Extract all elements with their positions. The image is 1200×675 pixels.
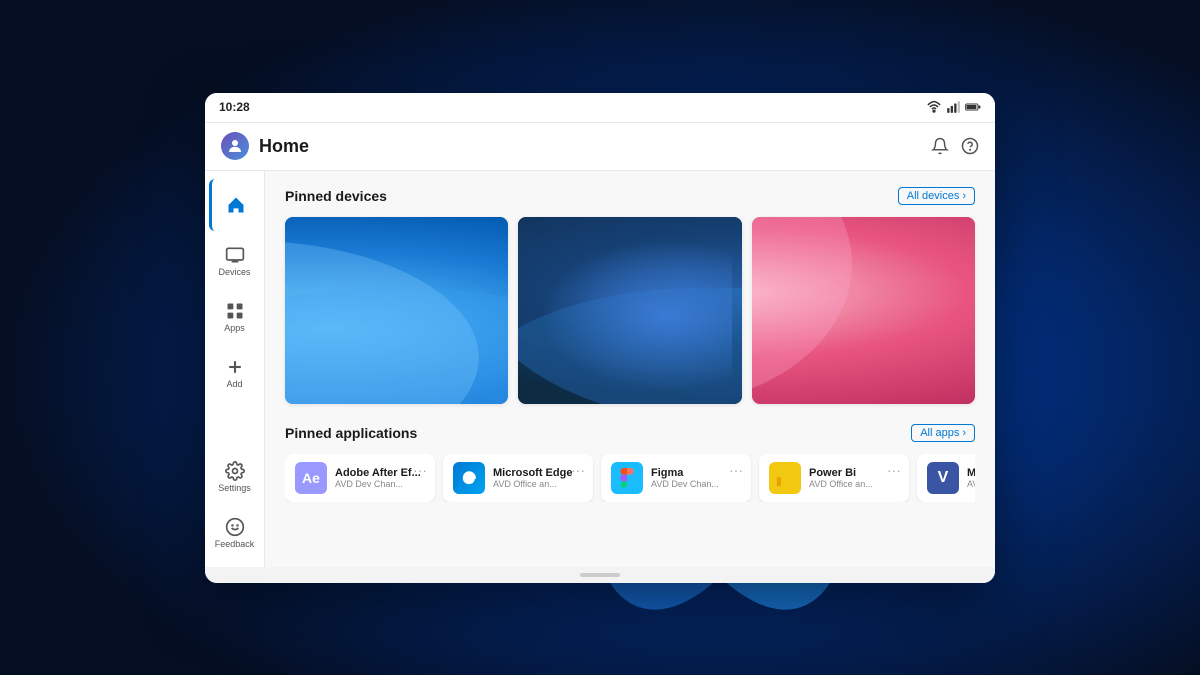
app-source-edge: AVD Office an... (493, 479, 583, 489)
wifi-icon (927, 100, 941, 114)
app-icon-ae: Ae (295, 462, 327, 494)
app-source-ae: AVD Dev Chan... (335, 479, 425, 489)
app-name-visio: Microsoft Visio (967, 467, 975, 479)
title-left: Home (221, 132, 309, 160)
app-icon-pbi (769, 462, 801, 494)
app-source-pbi: AVD Office an... (809, 479, 899, 489)
app-window: 10:28 (205, 93, 995, 583)
apps-row: Ae Adobe After Ef... AVD Dev Chan... ··· (285, 454, 975, 502)
app-icon-figma (611, 462, 643, 494)
app-icon-visio: V (927, 462, 959, 494)
device-thumb-cloud-pc (285, 217, 508, 405)
sidebar-label-apps: Apps (224, 324, 245, 333)
app-info-edge: Microsoft Edge AVD Office an... (493, 467, 583, 489)
devices-icon (225, 245, 245, 265)
status-time: 10:28 (219, 100, 250, 114)
app-name-edge: Microsoft Edge (493, 467, 583, 479)
pinned-devices-title: Pinned devices (285, 188, 387, 204)
bell-icon[interactable] (931, 137, 949, 155)
device-thumb-avd (752, 217, 975, 405)
status-icons (927, 100, 981, 114)
battery-icon (965, 100, 981, 114)
add-icon (225, 357, 245, 377)
title-actions (931, 137, 979, 155)
help-icon[interactable] (961, 137, 979, 155)
devices-grid: Windows 365 My Cloud PC 8vCPU | 32GB | 5… (285, 217, 975, 405)
app-name-pbi: Power Bi (809, 467, 899, 479)
sidebar: Devices Apps Add (205, 171, 265, 567)
app-more-figma[interactable]: ··· (729, 462, 743, 478)
home-icon (226, 195, 246, 215)
feedback-icon (225, 517, 245, 537)
pinned-apps-title: Pinned applications (285, 425, 417, 441)
app-more-edge[interactable]: ··· (571, 462, 585, 478)
main-layout: Devices Apps Add (205, 171, 995, 567)
title-bar: Home (205, 123, 995, 171)
figma-logo (619, 468, 635, 488)
all-apps-link[interactable]: All apps › (911, 424, 975, 442)
device-card-cloud-pc[interactable]: Windows 365 My Cloud PC 8vCPU | 32GB | 5… (285, 217, 508, 405)
all-devices-link[interactable]: All devices › (898, 187, 975, 205)
signal-icon (946, 100, 960, 114)
bottom-indicator (580, 573, 620, 577)
sidebar-label-devices: Devices (218, 268, 250, 277)
device-card-dev-box[interactable]: Dev Box My Dev Box 16vCPU | 64GB | 2048G… (518, 217, 741, 405)
avatar (221, 132, 249, 160)
app-more-pbi[interactable]: ··· (887, 462, 901, 478)
app-item-edge[interactable]: Microsoft Edge AVD Office an... ··· (443, 454, 593, 502)
powerbi-logo (775, 469, 795, 487)
sidebar-label-add: Add (226, 380, 242, 389)
apps-icon (225, 301, 245, 321)
sidebar-item-home[interactable] (209, 179, 261, 231)
sidebar-item-add[interactable]: Add (209, 347, 261, 399)
app-item-powerbi[interactable]: Power Bi AVD Office an... ··· (759, 454, 909, 502)
app-info-visio: Microsoft Visio AVD Office an... (967, 467, 975, 489)
bottom-bar (205, 567, 995, 583)
sidebar-label-settings: Settings (218, 484, 251, 493)
pinned-devices-header: Pinned devices All devices › (285, 187, 975, 205)
sidebar-label-feedback: Feedback (215, 540, 255, 549)
sidebar-item-devices[interactable]: Devices (209, 235, 261, 287)
app-item-figma[interactable]: Figma AVD Dev Chan... ··· (601, 454, 751, 502)
app-info-figma: Figma AVD Dev Chan... (651, 467, 741, 489)
app-source-figma: AVD Dev Chan... (651, 479, 741, 489)
app-source-visio: AVD Office an... (967, 479, 975, 489)
sidebar-item-feedback[interactable]: Feedback (209, 507, 261, 559)
page-title: Home (259, 136, 309, 157)
app-name-ae: Adobe After Ef... (335, 467, 425, 479)
sidebar-item-apps[interactable]: Apps (209, 291, 261, 343)
content-area: Pinned devices All devices › (265, 171, 995, 567)
edge-logo (460, 469, 478, 487)
sidebar-item-settings[interactable]: Settings (209, 451, 261, 503)
device-card-avd[interactable]: Azure Virtual Desktop AVD Desktop AVD Co… (752, 217, 975, 405)
app-icon-edge (453, 462, 485, 494)
app-more-ae[interactable]: ··· (413, 462, 427, 478)
app-item-visio[interactable]: V Microsoft Visio AVD Office an... ··· (917, 454, 975, 502)
device-thumb-dev-box (518, 217, 741, 405)
settings-icon (225, 461, 245, 481)
pinned-apps-header: Pinned applications All apps › (285, 424, 975, 442)
status-bar: 10:28 (205, 93, 995, 123)
app-item-after-effects[interactable]: Ae Adobe After Ef... AVD Dev Chan... ··· (285, 454, 435, 502)
app-info-pbi: Power Bi AVD Office an... (809, 467, 899, 489)
app-info-ae: Adobe After Ef... AVD Dev Chan... (335, 467, 425, 489)
app-name-figma: Figma (651, 467, 741, 479)
